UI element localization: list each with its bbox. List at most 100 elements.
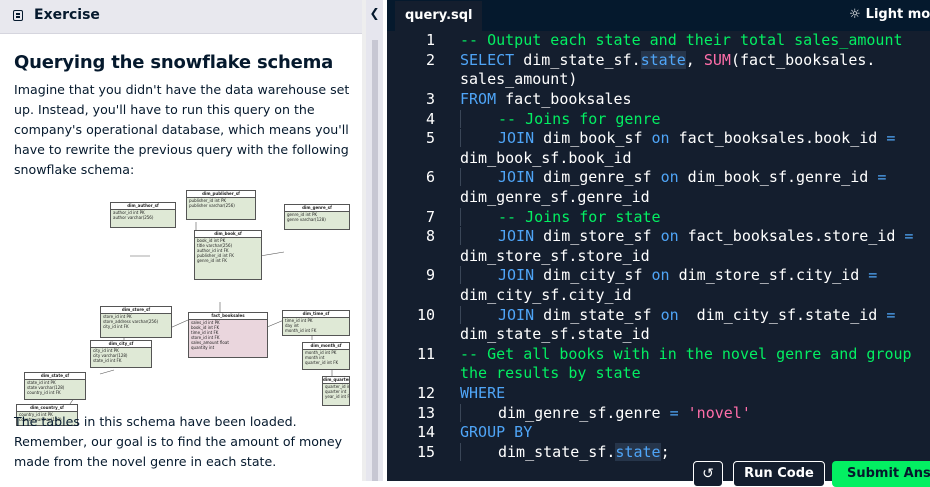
code-text: dim_book_sf.book_id	[460, 148, 632, 167]
reset-icon: ↺	[702, 466, 714, 482]
code-line: the results by state	[460, 364, 641, 382]
indent-guide	[460, 129, 498, 148]
code-line: dim_state_sf.state;	[460, 442, 670, 461]
code-comment: -- Get all books with in the novel genre…	[460, 344, 912, 363]
line-number: 6	[425, 168, 435, 187]
code-comment: -- Joins for genre	[498, 109, 661, 128]
line-number: 9	[425, 266, 435, 285]
reset-button[interactable]: ↺	[693, 461, 723, 487]
exercise-paragraph-2: The tables in this schema have been load…	[14, 414, 343, 469]
code-line: dim_genre_sf.genre = 'novel'	[460, 403, 751, 422]
code-comment: the results by state	[460, 364, 641, 383]
code-line: JOIN dim_store_sf on fact_booksales.stor…	[460, 227, 913, 246]
code-line: -- Output each state and their total sal…	[460, 31, 903, 49]
schema-table-dim-time-sf: dim_time_sf time_id int PK day int month…	[282, 310, 350, 336]
code-line: JOIN dim_city_sf on dim_store_sf.city_id…	[460, 266, 878, 285]
line-number: 1	[425, 31, 435, 49]
line-number: 5	[425, 129, 435, 148]
schema-table-dim-author-sf: dim_author_sf author_id int PK author va…	[110, 202, 176, 228]
code-editor-panel: query.sql ☼Light mode 1 2 3 4 5 6 7 8 9 …	[387, 0, 930, 487]
code-text: fact_booksales.store_id	[678, 227, 905, 246]
code-line: -- Joins for state	[460, 207, 661, 226]
code-text: ,	[685, 50, 704, 69]
schema-table-row: quarter_id int FK	[305, 360, 339, 365]
schema-table-row: author varchar(256)	[113, 215, 154, 220]
code-keyword: SELECT	[460, 50, 515, 69]
schema-table-title: dim_quarter_sf	[323, 377, 349, 384]
code-keyword: on	[651, 129, 670, 148]
collapse-arrow-icon[interactable]: ❮	[366, 6, 383, 20]
code-line: dim_book_sf.book_id	[460, 149, 632, 167]
schema-table-title: dim_city_sf	[91, 341, 151, 348]
code-line: sales_amount)	[460, 70, 577, 88]
submit-answer-button[interactable]: Submit Answer	[832, 461, 930, 487]
code-line: SELECT dim_state_sf.state, SUM(fact_book…	[460, 50, 875, 69]
schema-table-title: dim_book_sf	[195, 231, 261, 238]
exercise-title: Querying the snowflake schema	[14, 52, 334, 73]
indent-guide	[460, 442, 498, 461]
exercise-icon	[13, 10, 23, 21]
code-keyword: JOIN	[498, 129, 535, 148]
code-operator: =	[886, 129, 896, 148]
schema-table-row: publisher varchar(256)	[189, 203, 235, 208]
indent-guide	[460, 168, 498, 187]
code-line: JOIN dim_state_sf on dim_city_sf.state_i…	[460, 305, 896, 324]
run-code-button[interactable]: Run Code	[733, 461, 825, 487]
schema-table-dim-quarter-sf: dim_quarter_sf quarter_id int PK quarter…	[322, 376, 350, 406]
schema-table-title: dim_country_sf	[17, 405, 77, 412]
light-mode-toggle[interactable]: ☼ Light mode	[849, 7, 930, 22]
indent-guide	[460, 305, 498, 324]
panel-scrollbar[interactable]	[372, 40, 378, 481]
code-highlight: state	[640, 50, 686, 69]
light-mode-label: Light mode	[865, 7, 930, 22]
code-text: fact_booksales	[496, 90, 632, 108]
schema-table-row: year_id int FK	[325, 394, 350, 399]
code-text: dim_store_sf.city_id	[669, 266, 869, 285]
schema-table-row: genre_id int FK	[197, 258, 227, 263]
code-line: FROM fact_booksales	[460, 90, 632, 108]
indent-guide	[460, 109, 498, 128]
code-line: JOIN dim_genre_sf on dim_book_sf.genre_i…	[460, 168, 887, 187]
code-keyword: JOIN	[498, 168, 535, 187]
schema-table-row: genre varchar(128)	[287, 217, 326, 222]
editor-tab-bar: query.sql ☼ Light mode	[387, 0, 930, 31]
code-line: dim_store_sf.store_id	[460, 247, 650, 265]
code-keyword: on	[651, 266, 670, 285]
exercise-panel: Exercise Querying the snowflake schema I…	[0, 0, 362, 481]
line-number: 10	[416, 305, 435, 324]
line-number: 8	[425, 227, 435, 246]
code-operator: =	[868, 266, 878, 285]
code-keyword: JOIN	[498, 266, 535, 285]
code-comment: -- Output each state and their total sal…	[460, 31, 903, 49]
code-keyword: on	[660, 227, 679, 246]
schema-table-dim-publisher-sf: dim_publisher_sf publisher_id int PK pub…	[186, 190, 256, 220]
code-line: -- Get all books with in the novel genre…	[460, 345, 912, 363]
schema-table-title: fact_booksales	[189, 313, 267, 320]
code-text: fact_booksales.book_id	[669, 129, 887, 148]
schema-table-title: dim_month_sf	[303, 343, 349, 350]
code-text: sales_amount)	[460, 70, 578, 89]
indent-guide	[460, 266, 498, 285]
code-text: ;	[660, 442, 670, 461]
indent-guide	[460, 403, 498, 422]
line-number: 4	[425, 109, 435, 128]
schema-table-dim-month-sf: dim_month_sf month_id int PK month int q…	[302, 342, 350, 370]
code-keyword: JOIN	[498, 227, 535, 246]
code-line: dim_city_sf.city_id	[460, 286, 632, 304]
code-line: dim_state_sf.state_id	[460, 325, 650, 343]
tab-query-sql[interactable]: query.sql	[395, 1, 482, 31]
schema-table-dim-book-sf: dim_book_sf book_id int PK title varchar…	[194, 230, 262, 280]
schema-table-row: city_id int FK	[103, 324, 129, 329]
line-number: 15	[416, 442, 435, 461]
code-operator: =	[877, 168, 887, 187]
schema-table-title: dim_state_sf	[25, 373, 85, 380]
exercise-header-label: Exercise	[34, 7, 100, 23]
line-number: 3	[425, 90, 435, 108]
code-operator: =	[886, 305, 896, 324]
schema-table-title: dim_author_sf	[111, 203, 175, 210]
code-keyword: FROM	[460, 90, 497, 108]
code-text: dim_city_sf.state_id	[678, 305, 887, 324]
code-line: JOIN dim_book_sf on fact_booksales.book_…	[460, 129, 896, 148]
code-text: dim_book_sf	[534, 129, 652, 148]
code-keyword: WHERE	[460, 384, 506, 402]
